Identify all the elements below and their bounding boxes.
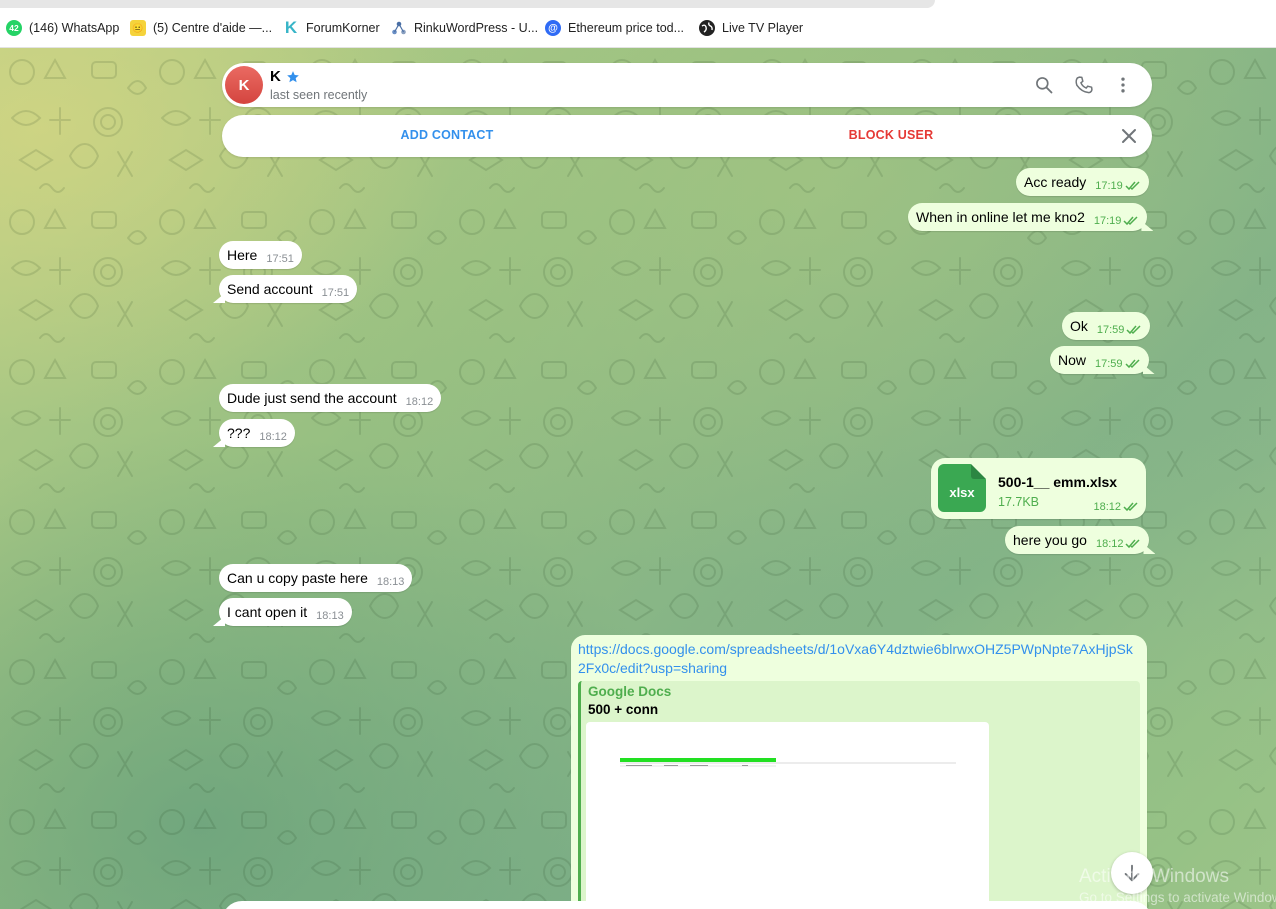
call-button[interactable] xyxy=(1072,73,1096,97)
bookmark-label: (146) WhatsApp xyxy=(29,21,120,35)
bookmark-label: Ethereum price tod... xyxy=(568,21,685,35)
bookmark-whatsapp[interactable]: 42 (146) WhatsApp xyxy=(6,18,119,38)
preview-image[interactable] xyxy=(586,722,989,909)
block-user-button[interactable]: BLOCK USER xyxy=(826,128,956,142)
scroll-to-bottom-button[interactable] xyxy=(1111,852,1153,894)
bookmark-live-tv[interactable]: Live TV Player xyxy=(699,18,803,38)
file-name: 500-1__ emm.xlsx xyxy=(998,474,1118,490)
bookmark-rinkuwordpress[interactable]: RinkuWordPress - U... xyxy=(391,18,538,38)
message-incoming[interactable]: Dude just send the account 18:12 xyxy=(219,384,442,412)
avatar[interactable]: K xyxy=(225,66,263,104)
forumkorner-icon: K xyxy=(284,18,298,37)
message-text: ??? xyxy=(227,425,251,441)
message-text: Here xyxy=(227,247,258,263)
bookmark-label: RinkuWordPress - U... xyxy=(414,21,539,35)
premium-star-icon xyxy=(287,70,299,82)
message-meta: 18:12 xyxy=(1093,501,1139,513)
arrow-down-icon xyxy=(1124,864,1140,882)
peer-status: last seen recently xyxy=(270,88,368,102)
message-time: 17:51 xyxy=(266,253,294,265)
message-text: Ok xyxy=(1070,318,1088,334)
ethereum-icon: @ xyxy=(545,20,561,36)
message-outgoing[interactable]: When in online let me kno2 17:19 xyxy=(908,203,1148,231)
message-incoming[interactable]: ??? 18:12 xyxy=(219,419,295,447)
message-text: Acc ready xyxy=(1024,174,1087,190)
bookmark-forumkorner[interactable]: K ForumKorner xyxy=(283,18,380,38)
peer-name[interactable]: K xyxy=(270,68,281,85)
message-composer[interactable] xyxy=(222,901,1152,909)
message-text: Send account xyxy=(227,281,313,297)
file-extension: xlsx xyxy=(949,485,975,500)
message-time: 18:12 xyxy=(1093,501,1121,513)
message-time: 17:59 xyxy=(1096,324,1125,336)
message-link[interactable]: https://docs.google.com/spreadsheets/d/1… xyxy=(578,640,1140,678)
message-text: Dude just send the account xyxy=(227,390,397,406)
message-incoming[interactable]: Here 17:51 xyxy=(219,241,302,269)
more-menu-button[interactable] xyxy=(1111,73,1135,97)
search-icon xyxy=(1036,77,1053,94)
bookmark-ethereum[interactable]: @ Ethereum price tod... xyxy=(545,18,684,38)
link-preview[interactable]: Google Docs 500 + conn xyxy=(578,681,1140,909)
message-time: 18:12 xyxy=(1095,538,1124,550)
contact-action-bar: ADD CONTACT BLOCK USER xyxy=(222,115,1152,157)
message-time: 17:19 xyxy=(1095,180,1123,192)
search-button[interactable] xyxy=(1032,73,1056,97)
message-time: 18:12 xyxy=(405,396,434,408)
message-text: Can u copy paste here xyxy=(227,570,368,586)
message-outgoing[interactable]: Acc ready 17:19 xyxy=(1016,168,1149,196)
read-ticks-icon xyxy=(1123,216,1138,226)
message-incoming[interactable]: Can u copy paste here 18:13 xyxy=(219,564,413,592)
preview-title: 500 + conn xyxy=(588,702,659,717)
message-outgoing[interactable]: here you go 18:12 xyxy=(1005,526,1150,554)
tab-strip-edge xyxy=(0,0,935,8)
file-corner-fold xyxy=(971,464,986,479)
message-time: 18:13 xyxy=(376,576,405,588)
chat-header[interactable]: K K last seen recently xyxy=(222,63,1152,107)
bookmark-label: (5) Centre d'aide —... xyxy=(153,21,273,35)
read-ticks-icon xyxy=(1123,502,1138,512)
bookmark-label: Live TV Player xyxy=(722,21,804,35)
message-text: here you go xyxy=(1013,532,1087,548)
bookmarks-bar: 42 (146) WhatsApp 😐 (5) Centre d'aide —.… xyxy=(0,0,1276,48)
bookmark-label: ForumKorner xyxy=(306,21,380,35)
whatsapp-icon: 42 xyxy=(6,20,22,36)
message-outgoing[interactable]: Ok 17:59 xyxy=(1062,312,1151,340)
message-time: 18:13 xyxy=(316,610,344,622)
message-text: I cant open it xyxy=(227,604,308,620)
link-message[interactable]: https://docs.google.com/spreadsheets/d/1… xyxy=(571,635,1147,909)
spreadsheet-thumbnail xyxy=(620,758,956,767)
message-time: 18:12 xyxy=(259,431,287,443)
file-message[interactable]: xlsx 500-1__ emm.xlsx 17.7KB 18:12 xyxy=(931,458,1146,519)
close-icon[interactable] xyxy=(1119,126,1139,146)
message-time: 17:51 xyxy=(321,287,350,299)
help-center-icon: 😐 xyxy=(130,20,146,36)
peer-name-row[interactable]: K xyxy=(270,68,300,85)
bookmark-centre-aide[interactable]: 😐 (5) Centre d'aide —... xyxy=(130,18,272,38)
message-incoming[interactable]: Send account 17:51 xyxy=(219,275,358,303)
message-incoming[interactable]: I cant open it 18:13 xyxy=(219,598,352,626)
read-ticks-icon xyxy=(1125,181,1140,191)
phone-icon xyxy=(1075,76,1093,94)
read-ticks-icon xyxy=(1126,325,1141,335)
message-text: Now xyxy=(1058,352,1087,368)
more-vertical-icon xyxy=(1121,77,1125,93)
message-text: When in online let me kno2 xyxy=(916,209,1085,225)
preview-site-name: Google Docs xyxy=(588,684,672,699)
read-ticks-icon xyxy=(1125,539,1141,549)
rinku-icon xyxy=(391,20,407,36)
file-size: 17.7KB xyxy=(998,495,1040,509)
chat-area: K K last seen recently ADD CONTACT BLOCK… xyxy=(0,48,1276,909)
globe-icon xyxy=(699,20,715,36)
add-contact-button[interactable]: ADD CONTACT xyxy=(382,128,512,142)
read-ticks-icon xyxy=(1125,359,1140,369)
message-outgoing[interactable]: Now 17:59 xyxy=(1050,346,1149,374)
message-time: 17:59 xyxy=(1095,358,1123,370)
message-time: 17:19 xyxy=(1093,215,1122,227)
